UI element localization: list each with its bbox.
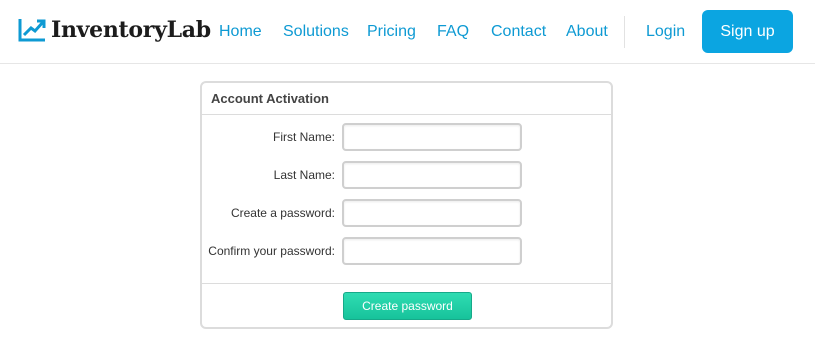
confirm-password-row: Confirm your password:	[202, 237, 611, 265]
last-name-row: Last Name:	[202, 161, 611, 189]
create-password-label: Create a password:	[230, 206, 335, 220]
first-name-input[interactable]	[342, 123, 522, 151]
panel-title: Account Activation	[202, 83, 611, 115]
create-password-input[interactable]	[342, 199, 522, 227]
nav-pricing[interactable]: Pricing	[367, 23, 416, 41]
first-name-row: First Name:	[202, 123, 611, 151]
panel-footer-divider	[202, 283, 611, 284]
nav-faq[interactable]: FAQ	[437, 23, 469, 41]
chart-trend-icon	[18, 19, 46, 42]
create-password-button[interactable]: Create password	[343, 292, 472, 320]
login-link[interactable]: Login	[646, 23, 685, 41]
account-activation-panel: Account Activation First Name: Last Name…	[200, 81, 613, 329]
last-name-label: Last Name:	[273, 168, 335, 182]
site-header: InventoryLab Home Solutions Pricing FAQ …	[0, 0, 815, 64]
nav-contact[interactable]: Contact	[491, 23, 546, 41]
create-password-row: Create a password:	[202, 199, 611, 227]
nav-solutions[interactable]: Solutions	[283, 23, 349, 41]
nav-home[interactable]: Home	[219, 23, 262, 41]
confirm-password-input[interactable]	[342, 237, 522, 265]
nav-divider	[624, 16, 625, 48]
confirm-password-label: Confirm your password:	[208, 244, 335, 258]
last-name-input[interactable]	[342, 161, 522, 189]
brand-name: InventoryLab	[51, 17, 211, 43]
signup-button[interactable]: Sign up	[702, 10, 793, 53]
first-name-label: First Name:	[272, 130, 335, 144]
brand-logo[interactable]: InventoryLab	[18, 17, 211, 43]
nav-about[interactable]: About	[566, 23, 608, 41]
